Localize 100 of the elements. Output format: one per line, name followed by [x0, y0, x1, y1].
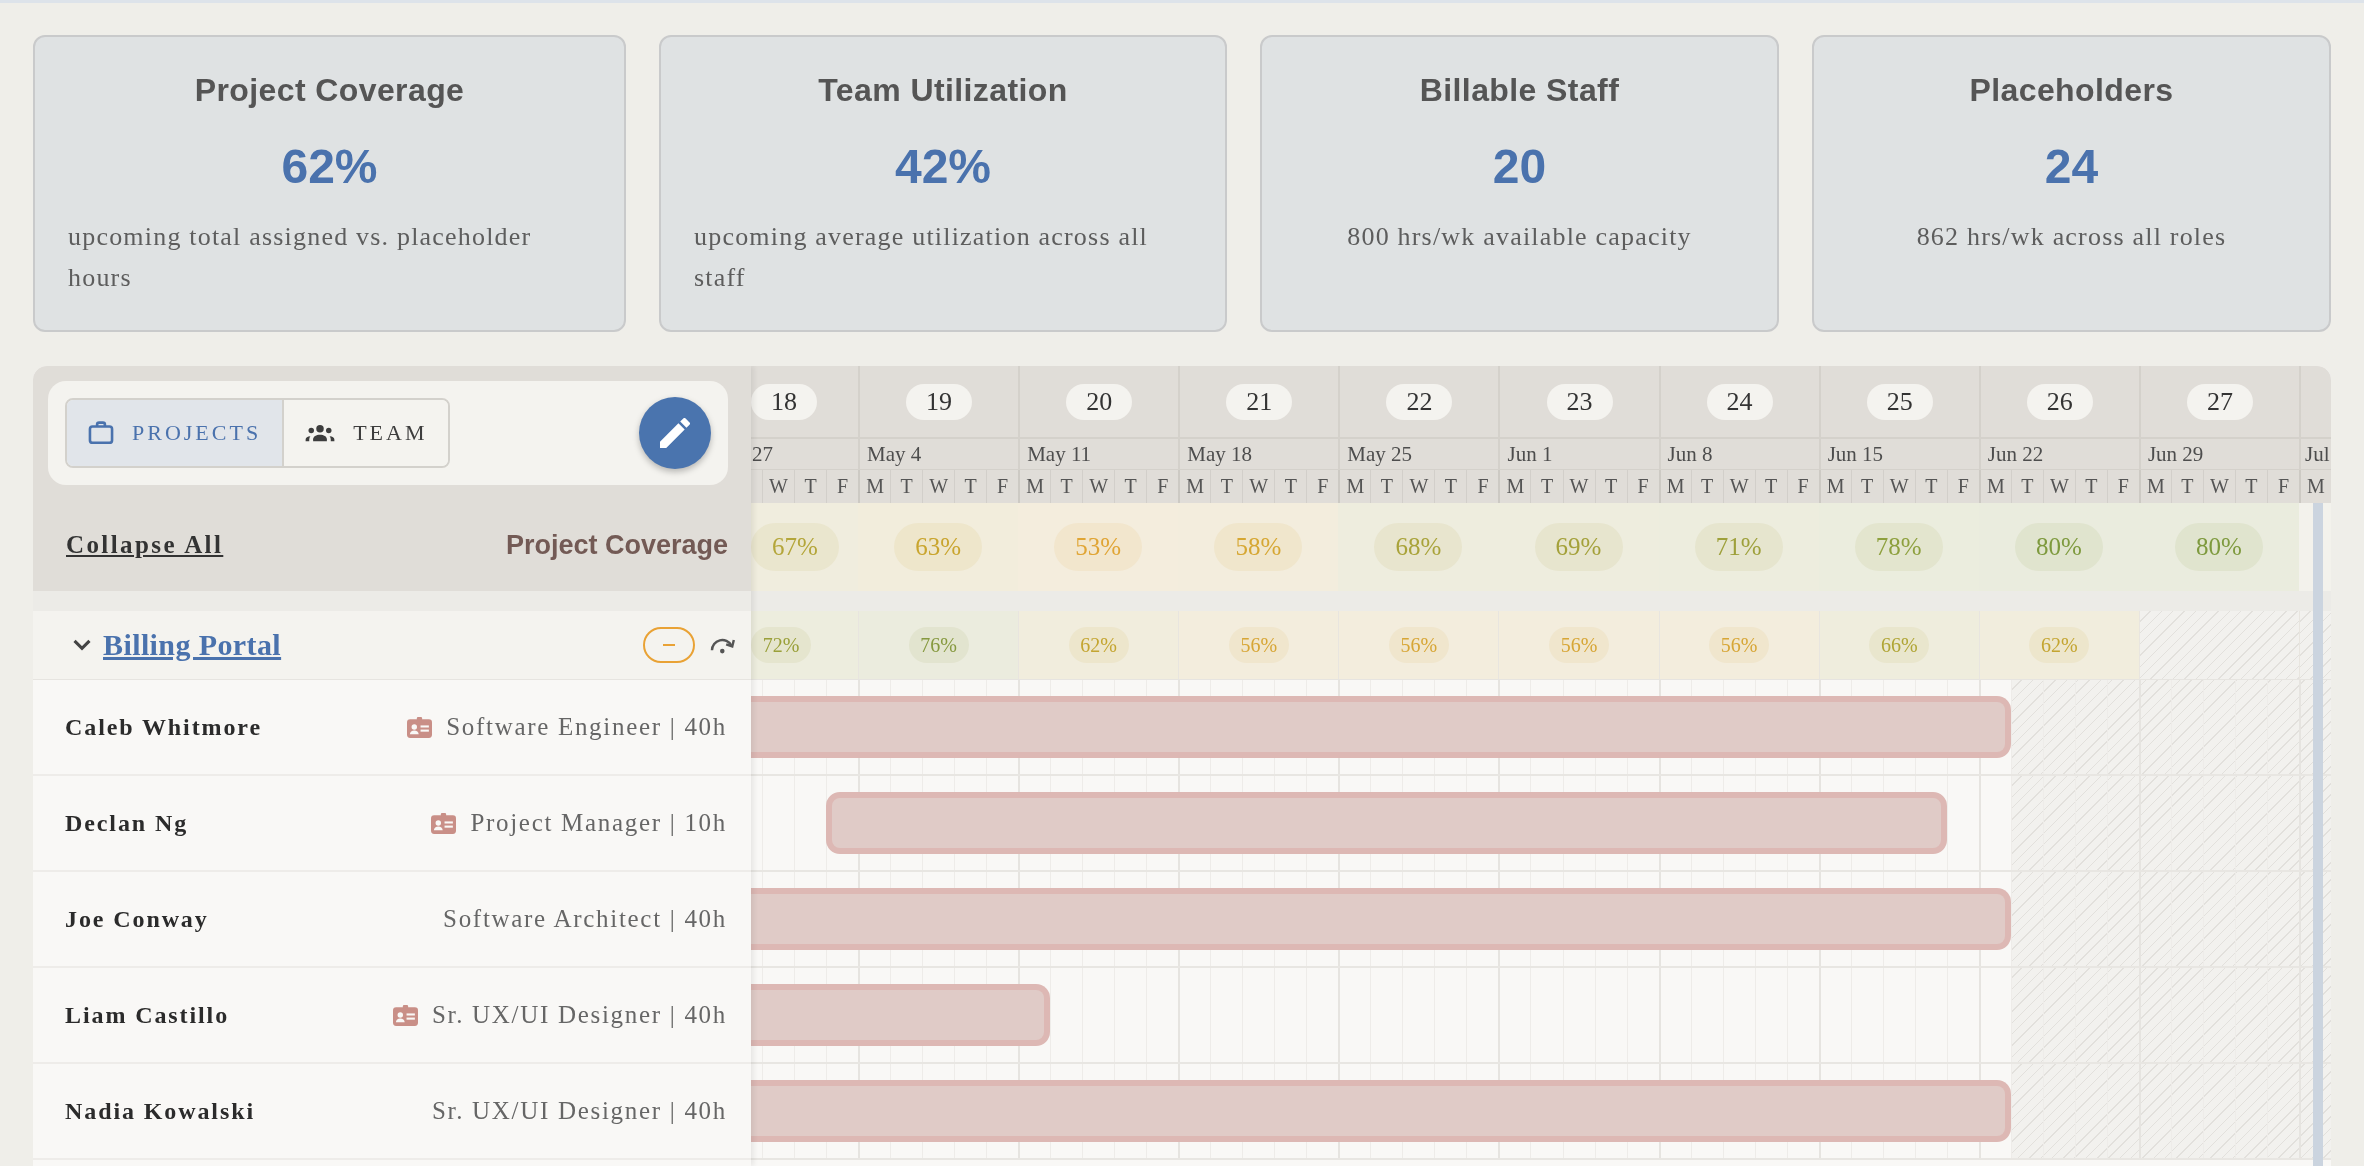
- coverage-percent-pill: 56%: [1709, 627, 1770, 663]
- person-name: Caleb Whitmore: [65, 713, 263, 741]
- weekday-label: W: [2049, 475, 2069, 498]
- coverage-percent-pill: 62%: [2029, 627, 2090, 663]
- weekday-label: F: [2277, 475, 2289, 498]
- weekday-label: M: [866, 475, 884, 498]
- assignment-bar[interactable]: [751, 888, 2011, 950]
- weekday-label: T: [2021, 475, 2034, 498]
- weekday-label: T: [1380, 475, 1393, 498]
- stat-title: Team Utilization: [818, 71, 1068, 110]
- weekday-label: T: [1444, 475, 1458, 498]
- weekday-label: W: [1409, 475, 1429, 498]
- weekday-label: W: [929, 475, 949, 498]
- assignment-bar[interactable]: [826, 792, 1947, 854]
- stat-title: Billable Staff: [1419, 71, 1620, 110]
- person-name: Joe Conway: [65, 905, 209, 933]
- week-number-badge: 23: [1546, 383, 1613, 420]
- weekday-label: T: [900, 475, 913, 498]
- weekday-label: F: [1637, 475, 1649, 498]
- stat-value: 62%: [281, 139, 378, 195]
- weekday-label: T: [1540, 475, 1554, 498]
- coverage-percent-pill: 76%: [908, 627, 969, 663]
- view-tab[interactable]: PROJECTS: [67, 400, 283, 466]
- person-name: Nadia Kowalski: [65, 1097, 255, 1125]
- weekday-label: W: [769, 475, 788, 498]
- weekday-label: F: [1797, 475, 1809, 498]
- people-icon: [305, 424, 336, 442]
- weekday-label: T: [804, 475, 817, 498]
- pencil-icon: [660, 418, 690, 448]
- weekday-label: T: [2245, 475, 2258, 498]
- stat-value: 24: [2044, 139, 2099, 195]
- coverage-percent-pill: 58%: [1214, 523, 1303, 571]
- week-start-date: Jun 15: [1827, 441, 1884, 467]
- week-start-date: May 11: [1027, 441, 1092, 467]
- weekday-label: T: [1124, 475, 1137, 498]
- curved-arrow-icon[interactable]: [710, 636, 737, 654]
- weekday-label: T: [1765, 475, 1778, 498]
- assignment-bar[interactable]: [751, 1080, 2011, 1142]
- role-hours: Sr. UX/UI Designer | 40h: [431, 1097, 727, 1125]
- coverage-percent-pill: 56%: [1228, 627, 1289, 663]
- weekday-label: M: [2147, 475, 2165, 498]
- coverage-percent-pill: 56%: [1388, 627, 1449, 663]
- weekday-label: T: [1861, 475, 1874, 498]
- coverage-percent-pill: 66%: [1869, 627, 1930, 663]
- week-start-date: Jun 1: [1507, 441, 1553, 467]
- week-number-badge: 27: [2186, 383, 2253, 420]
- weekday-label: M: [1506, 475, 1525, 498]
- weekday-label: F: [1477, 475, 1489, 498]
- minus-pill-icon[interactable]: [643, 627, 695, 663]
- weekday-label: M: [1826, 475, 1845, 498]
- stat-description: 800 hrs/wk available capacity: [1347, 221, 1692, 253]
- week-start-date: 27: [752, 441, 773, 467]
- week-start-date: Jun 29: [2147, 441, 2204, 467]
- week-number-badge: 20: [1066, 383, 1133, 420]
- stat-value: 20: [1492, 139, 1547, 195]
- project-link[interactable]: Billing Portal: [103, 628, 282, 662]
- briefcase-icon: [88, 421, 114, 445]
- weekday-label: T: [1220, 475, 1233, 498]
- weekday-label: T: [2085, 475, 2098, 498]
- chevron-icon[interactable]: [73, 639, 91, 651]
- week-start-date: May 25: [1347, 441, 1413, 467]
- week-number-badge: 21: [1226, 383, 1293, 420]
- view-tab[interactable]: TEAM: [282, 400, 449, 466]
- coverage-percent-pill: 53%: [1054, 523, 1143, 571]
- coverage-percent-pill: 71%: [1694, 523, 1783, 571]
- week-start-date: Jun 22: [1987, 441, 2044, 467]
- role-hours: Software Architect | 40h: [443, 905, 727, 933]
- week-number-badge: 19: [906, 383, 973, 420]
- week-number-badge: 22: [1386, 383, 1453, 420]
- weekday-label: M: [1346, 475, 1365, 498]
- weekday-label: T: [1701, 475, 1714, 498]
- weekday-label: M: [1026, 475, 1045, 498]
- edit-button[interactable]: [639, 397, 711, 469]
- weekday-label: M: [2307, 475, 2325, 498]
- coverage-percent-pill: 62%: [1068, 627, 1129, 663]
- coverage-percent-pill: 80%: [2014, 523, 2103, 571]
- weekday-label: W: [1249, 475, 1269, 498]
- weekday-label: W: [1089, 475, 1109, 498]
- week-start-date: May 4: [867, 441, 922, 467]
- week-number-badge: 18: [751, 383, 817, 420]
- weekday-label: M: [1666, 475, 1685, 498]
- weekday-label: F: [836, 475, 849, 498]
- column-heading: Project Coverage: [505, 529, 728, 561]
- collapse-all-link[interactable]: Collapse All: [66, 531, 224, 559]
- person-name: Declan Ng: [65, 809, 189, 837]
- weekday-label: T: [2181, 475, 2194, 498]
- weekday-label: M: [1986, 475, 2005, 498]
- assignment-bar[interactable]: [751, 696, 2011, 758]
- week-number-badge: 26: [2026, 383, 2093, 420]
- weekday-label: F: [1957, 475, 1969, 498]
- week-start-date: May 18: [1187, 441, 1252, 467]
- person-name: Liam Castillo: [65, 1001, 230, 1029]
- assignment-bar[interactable]: [751, 984, 1051, 1046]
- weekday-label: W: [1729, 475, 1749, 498]
- role-hours: Sr. UX/UI Designer | 40h: [431, 1001, 727, 1029]
- weekday-label: W: [1569, 475, 1589, 498]
- week-start-date: Jul: [2304, 441, 2330, 467]
- role-hours: Software Engineer | 40h: [446, 713, 727, 741]
- week-start-date: Jun 8: [1667, 441, 1713, 467]
- coverage-percent-pill: 78%: [1854, 523, 1943, 571]
